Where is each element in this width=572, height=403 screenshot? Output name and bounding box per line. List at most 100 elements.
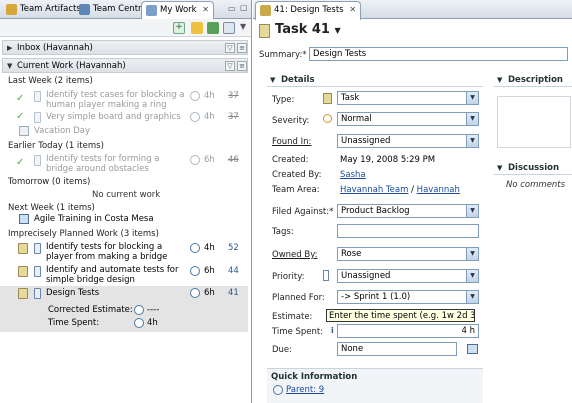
chevron-down-icon[interactable]: ▼ (466, 135, 478, 147)
description-header[interactable]: ▼ Description (494, 73, 572, 87)
planned-for-select[interactable]: -> Sprint 1 (1.0) ▼ (337, 290, 479, 304)
check-icon: ✓ (16, 157, 25, 168)
editor-title[interactable]: Task 41 ▼ (275, 22, 341, 37)
work-item[interactable]: ✓ Very simple board and graphics 4h 37 (0, 112, 248, 124)
editor-title-text: Task 41 (275, 22, 330, 37)
chevron-down-icon[interactable]: ▼ (466, 270, 478, 282)
inbox-section[interactable]: ▶ Inbox (Havannah) ▽ ≡ (2, 40, 248, 55)
work-item[interactable]: ✓ Identify test cases for blocking a hum… (0, 90, 248, 112)
vacation-title: Vacation Day (34, 126, 91, 136)
clipboard-icon (18, 288, 28, 299)
summary-field[interactable]: Design Tests (309, 47, 568, 61)
details-title: Details (281, 75, 315, 85)
created-by-link[interactable]: Sasha (340, 170, 366, 180)
time-spent-field[interactable]: 4 h (337, 324, 479, 338)
current-work-section[interactable]: ▼ Current Work (Havannah) ▽ ≡ (2, 58, 248, 73)
filter-icon[interactable]: ▽ (225, 43, 235, 53)
inbox-title: Inbox (Havannah) (17, 43, 93, 53)
tab-team-artifacts[interactable]: Team Artifacts (2, 1, 85, 19)
discussion-header[interactable]: ▼ Discussion (494, 161, 572, 175)
description-field[interactable] (497, 96, 571, 148)
chevron-down-icon[interactable]: ▼ (466, 205, 478, 217)
chevron-down-icon[interactable]: ▼ (466, 92, 478, 104)
tab-label: My Work (160, 5, 197, 15)
work-item-id[interactable]: 37 (228, 112, 239, 122)
group-earlier-today[interactable]: Earlier Today (1 items) (8, 141, 104, 151)
work-item-hours: 6h (204, 266, 215, 276)
calendar-item[interactable]: Vacation Day (0, 126, 248, 138)
details-header[interactable]: ▼ Details (267, 73, 483, 87)
group-next-week[interactable]: Next Week (1 items) (8, 203, 95, 213)
type-select[interactable]: Task ▼ (337, 91, 479, 105)
found-in-select[interactable]: Unassigned ▼ (337, 134, 479, 148)
corrected-estimate-value: ---- (147, 305, 160, 315)
found-in-label[interactable]: Found In: (272, 137, 311, 147)
team-area-link[interactable]: Havannah Team (340, 185, 408, 195)
priority-value: Unassigned (341, 271, 391, 281)
calendar-icon (19, 214, 29, 224)
project-area-link[interactable]: Havannah (417, 185, 460, 195)
left-tab-bar: Team Artifacts Team Central My Work ✕ ▭ … (0, 0, 251, 20)
work-item[interactable]: Identify and automate tests for simple b… (0, 265, 248, 287)
refresh-icon[interactable] (191, 22, 203, 34)
description-title: Description (508, 75, 563, 85)
severity-select[interactable]: Normal ▼ (337, 112, 479, 126)
tab-design-tests[interactable]: 41: Design Tests ✕ (255, 1, 362, 20)
time-spent-value: 4h (147, 318, 158, 328)
expand-icon[interactable]: ▶ (7, 44, 12, 52)
current-work-title: Current Work (Havannah) (17, 61, 126, 71)
tab-my-work[interactable]: My Work ✕ (141, 1, 214, 20)
work-item-id[interactable]: 37 (228, 91, 239, 101)
tags-field[interactable] (337, 224, 479, 238)
calendar-item[interactable]: Agile Training in Costa Mesa (0, 214, 248, 226)
calendar-icon[interactable] (467, 344, 478, 354)
check-icon: ✓ (16, 93, 25, 104)
work-item-title: Identify and automate tests for simple b… (46, 265, 179, 285)
planned-for-label: Planned For: (272, 293, 325, 303)
task-icon (34, 91, 41, 102)
work-item-id[interactable]: 44 (228, 266, 239, 276)
my-work-icon (146, 5, 157, 16)
close-icon[interactable]: ✕ (349, 5, 356, 14)
parent-link[interactable]: Parent: 9 (286, 385, 324, 395)
check-icon: ✓ (16, 111, 25, 122)
found-in-value: Unassigned (341, 136, 391, 146)
due-field[interactable]: None (337, 342, 457, 356)
collapse-icon[interactable]: ≡ (237, 43, 247, 53)
chevron-down-icon[interactable]: ▼ (466, 291, 478, 303)
no-comments: No comments (506, 180, 566, 190)
add-icon[interactable]: + (173, 22, 185, 34)
chevron-down-icon[interactable]: ▼ (335, 26, 341, 35)
priority-select[interactable]: Unassigned ▼ (337, 269, 479, 283)
owned-by-label[interactable]: Owned By: (272, 250, 317, 260)
work-item-id[interactable]: 41 (228, 288, 239, 298)
chevron-down-icon[interactable]: ▼ (466, 113, 478, 125)
collapse-arrow-icon[interactable]: ▼ (7, 62, 12, 70)
clipboard-icon (18, 243, 28, 254)
group-imprecise[interactable]: Imprecisely Planned Work (3 items) (8, 229, 159, 239)
tab-label: 41: Design Tests (274, 5, 344, 15)
work-item-id[interactable]: 52 (228, 243, 239, 253)
collapse-icon[interactable]: ≡ (237, 61, 247, 71)
minimize-icon[interactable]: ▭ (228, 4, 236, 13)
work-item-id[interactable]: 46 (228, 155, 239, 165)
save-icon[interactable] (223, 22, 235, 34)
filed-against-select[interactable]: Product Backlog ▼ (337, 204, 479, 218)
created-by-label: Created By: (272, 170, 322, 180)
owned-by-select[interactable]: Rose ▼ (337, 247, 479, 261)
parent-icon (273, 385, 283, 395)
work-item[interactable]: Identify tests for blocking a player fro… (0, 242, 248, 264)
work-item-hours: 4h (204, 243, 215, 253)
group-tomorrow[interactable]: Tomorrow (0 items) (8, 177, 90, 187)
chevron-down-icon[interactable]: ▼ (466, 248, 478, 260)
maximize-icon[interactable]: ▢ (240, 3, 248, 12)
view-menu-icon[interactable]: ▼ (240, 22, 246, 31)
task-icon (34, 155, 41, 166)
group-last-week[interactable]: Last Week (2 items) (8, 76, 93, 86)
filter-icon[interactable]: ▽ (225, 61, 235, 71)
work-item-selected[interactable]: Design Tests 6h 41 Corrected Estimate: -… (0, 286, 248, 332)
accept-icon[interactable] (207, 22, 219, 34)
close-icon[interactable]: ✕ (202, 5, 209, 14)
work-item[interactable]: ✓ Identify tests for forming a bridge ar… (0, 154, 248, 176)
work-item-hours: 6h (204, 288, 215, 298)
